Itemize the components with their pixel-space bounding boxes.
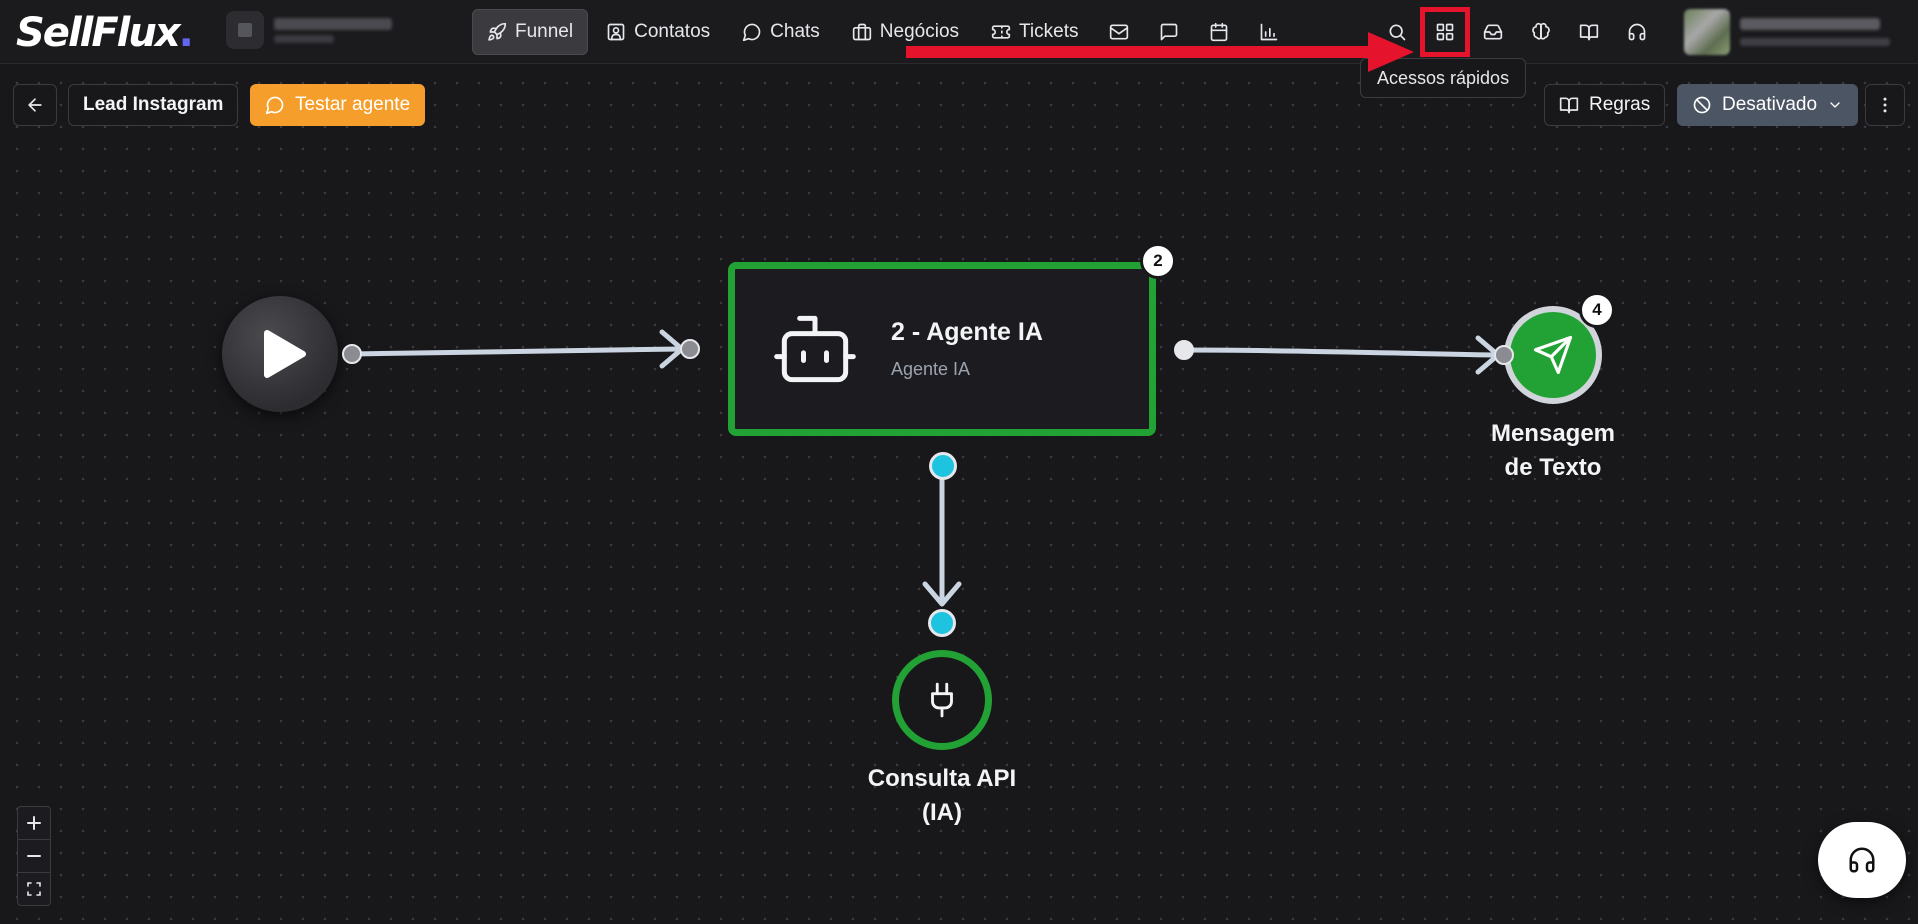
book-open-icon (1579, 24, 1599, 41)
nav-funnel-label: Funnel (515, 21, 574, 42)
briefcase-icon (852, 23, 871, 41)
headset-icon (1628, 23, 1646, 41)
edge-start-to-agent (349, 346, 683, 357)
agent-ia-node[interactable]: 2 - Agente IA Agente IA (728, 262, 1156, 436)
fullscreen-icon (27, 882, 41, 896)
back-button[interactable] (13, 84, 57, 126)
minus-icon (27, 855, 41, 857)
more-vertical-icon (1883, 97, 1887, 113)
plug-icon (931, 682, 953, 718)
play-icon (264, 330, 306, 378)
start-node[interactable] (222, 296, 338, 412)
nav-funnel[interactable]: Funnel (472, 9, 589, 55)
message-node-label: Mensagem de Texto (1490, 420, 1616, 481)
chevron-down-icon (1830, 102, 1840, 108)
status-label: Desativado (1722, 94, 1818, 115)
edge-agent-to-message (1179, 347, 1499, 358)
zoom-controls (17, 806, 51, 906)
headset-icon (1849, 847, 1875, 873)
zoom-out-button[interactable] (18, 840, 50, 873)
more-options-button[interactable] (1865, 84, 1905, 126)
status-dropdown[interactable]: Desativado (1677, 84, 1859, 126)
rocket-icon (488, 22, 507, 41)
ban-icon (1693, 96, 1711, 114)
chat-bubble-icon (265, 96, 284, 115)
header-actions (1374, 7, 1660, 57)
contacts-icon (607, 23, 625, 41)
plus-icon (27, 816, 41, 830)
message-input-handle[interactable] (1494, 345, 1514, 365)
flow-name-button[interactable]: Lead Instagram (68, 84, 239, 126)
avatar (1684, 9, 1730, 55)
test-agent-label: Testar agente (295, 94, 411, 115)
send-icon (1533, 335, 1573, 375)
inbox-icon (1483, 24, 1503, 40)
brain-icon (1532, 22, 1550, 40)
nav-contacts-label: Contatos (634, 21, 711, 42)
api-query-node[interactable] (892, 650, 992, 750)
user-name-blurred (1740, 18, 1890, 46)
agent-node-badge: 2 (1140, 243, 1176, 279)
zoom-in-button[interactable] (18, 807, 50, 840)
agent-input-handle[interactable] (680, 339, 700, 359)
bot-icon (774, 315, 856, 383)
ai-brain-button[interactable] (1518, 9, 1564, 55)
chat-bubble-icon (742, 23, 761, 42)
support-button[interactable] (1614, 9, 1660, 55)
support-chat-button[interactable] (1818, 822, 1906, 898)
docs-button[interactable] (1566, 9, 1612, 55)
user-menu[interactable] (1684, 8, 1910, 56)
test-agent-button[interactable]: Testar agente (250, 84, 426, 126)
workspace-avatar (226, 11, 264, 49)
api-input-handle[interactable] (928, 609, 956, 637)
start-output-handle[interactable] (342, 344, 362, 364)
agent-node-subtitle: Agente IA (891, 359, 971, 379)
sellflux-logo[interactable]: SellFlux. (16, 10, 194, 56)
grid-icon (1436, 23, 1454, 41)
fit-view-button[interactable] (18, 873, 50, 905)
workspace-selector[interactable] (226, 10, 436, 50)
nav-contacts[interactable]: Contatos (592, 9, 724, 55)
workspace-name-blurred (274, 17, 392, 43)
book-open-icon (1559, 97, 1579, 114)
api-node-label: Consulta API (IA) (867, 765, 1017, 826)
flow-name: Lead Instagram (83, 94, 224, 115)
arrow-left-icon (28, 98, 42, 112)
agent-node-title: 2 - Agente IA (891, 318, 1043, 346)
agent-tool-handle[interactable] (929, 452, 957, 480)
quick-access-button[interactable] (1420, 7, 1470, 57)
message-node-badge: 4 (1579, 292, 1615, 328)
rules-label: Regras (1589, 94, 1651, 115)
inbox-button[interactable] (1470, 9, 1516, 55)
annotation-arrow (906, 32, 1414, 72)
rules-button[interactable]: Regras (1544, 84, 1666, 126)
nav-chats-label: Chats (770, 21, 820, 42)
agent-output-handle[interactable] (1174, 340, 1194, 360)
nav-chats[interactable]: Chats (728, 9, 834, 55)
edge-arrowhead (659, 329, 685, 369)
edge-arrowhead (922, 581, 962, 607)
